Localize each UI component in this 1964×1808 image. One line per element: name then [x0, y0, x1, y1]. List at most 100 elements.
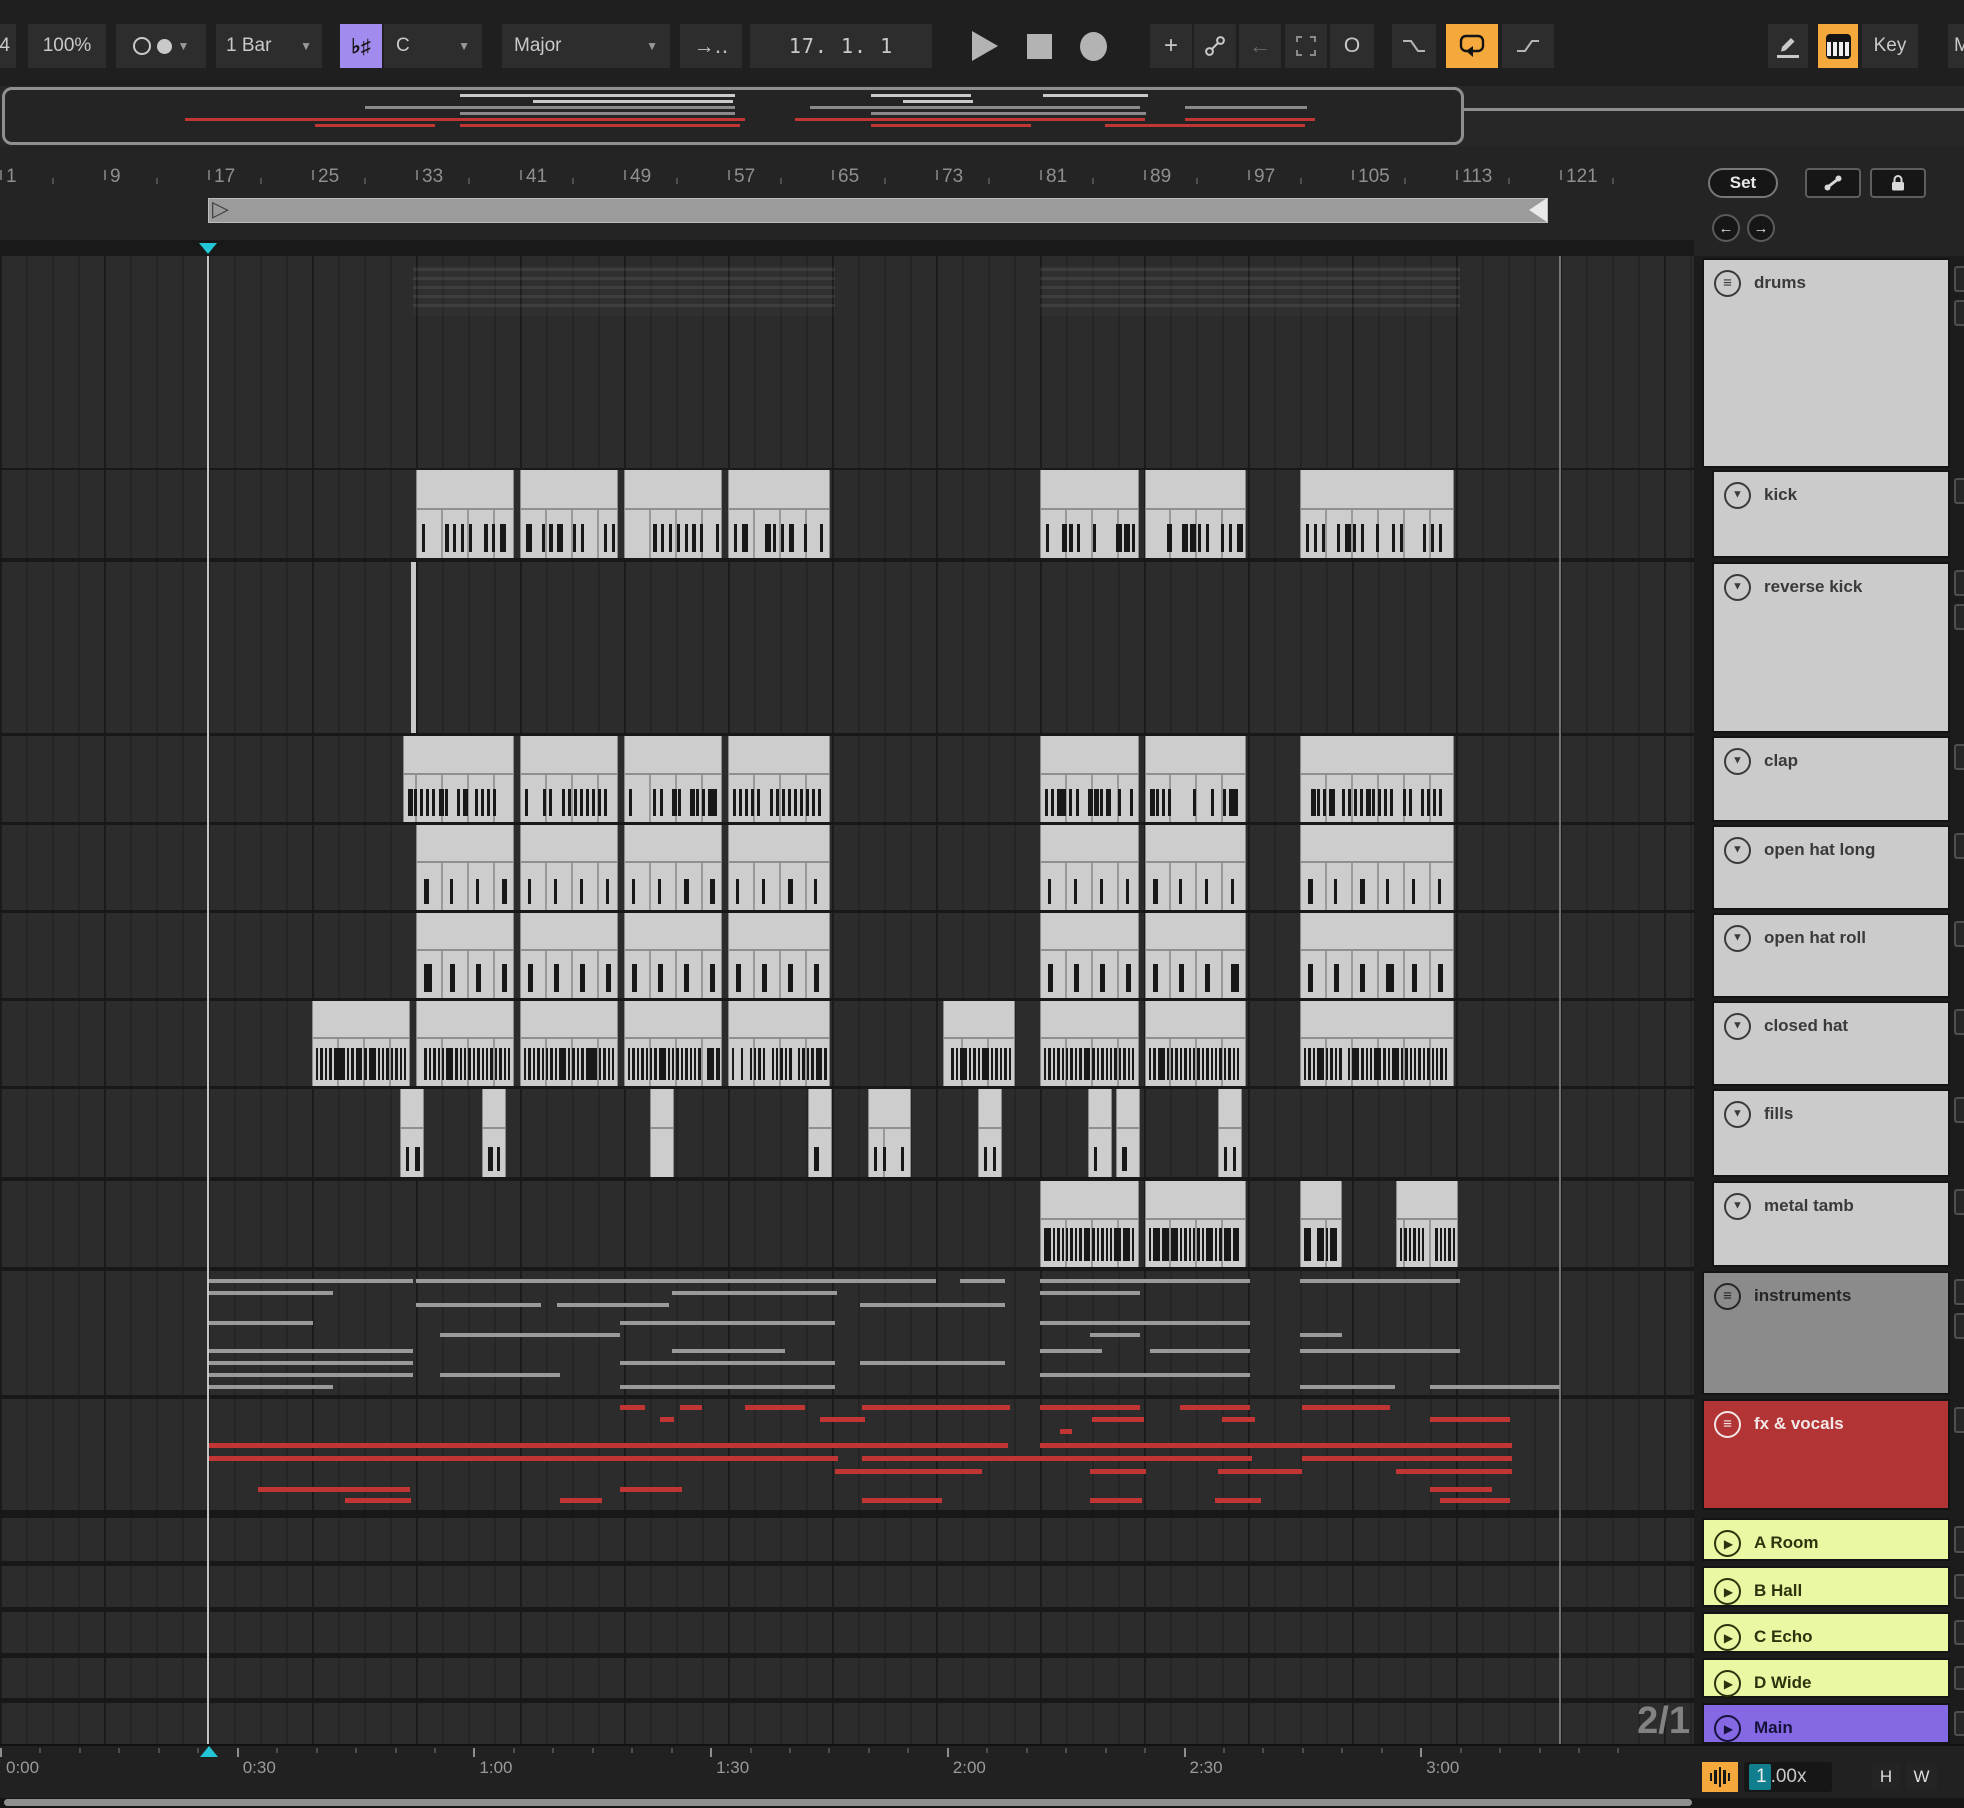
track-header-fx-vocals[interactable]: ≡fx & vocals	[1702, 1399, 1950, 1510]
group-menu-icon[interactable]: ≡	[1714, 1411, 1741, 1438]
clip[interactable]	[520, 1001, 618, 1086]
clip[interactable]	[416, 1001, 514, 1086]
width-zoom-button[interactable]: W	[1906, 1763, 1937, 1791]
metronome-button[interactable]: ▼	[116, 24, 206, 68]
track-header-clap[interactable]: ▼clap	[1712, 736, 1950, 822]
clip[interactable]	[868, 1089, 911, 1177]
clip[interactable]	[624, 825, 722, 910]
track-header-instruments[interactable]: ≡instruments	[1702, 1271, 1950, 1395]
clip[interactable]	[1300, 825, 1454, 910]
clip[interactable]	[1040, 736, 1139, 822]
unfold-icon[interactable]: ▼	[1724, 837, 1751, 864]
song-end-marker[interactable]	[1559, 256, 1561, 1744]
insert-marker-bottom-icon[interactable]	[200, 1746, 218, 1757]
clip[interactable]	[1040, 825, 1139, 910]
track-header-open-hat-roll[interactable]: ▼open hat roll	[1712, 913, 1950, 998]
arrangement-overview[interactable]	[0, 86, 1964, 146]
clip[interactable]	[416, 913, 514, 998]
clip[interactable]	[728, 825, 830, 910]
clip[interactable]	[1300, 1181, 1342, 1267]
clip[interactable]	[1300, 736, 1454, 822]
clip[interactable]	[728, 470, 830, 558]
play-button[interactable]	[962, 24, 1008, 68]
horizontal-scrollbar[interactable]	[0, 1798, 1964, 1808]
track-header-drums[interactable]: ≡drums	[1702, 258, 1950, 468]
overview-view-rectangle[interactable]	[2, 87, 1464, 145]
clip[interactable]	[1088, 1089, 1112, 1177]
clip[interactable]	[520, 825, 618, 910]
clip[interactable]	[1145, 825, 1246, 910]
clip[interactable]	[520, 470, 618, 558]
clip[interactable]	[416, 470, 514, 558]
unfold-icon[interactable]: ▼	[1724, 1193, 1751, 1220]
clip[interactable]	[624, 470, 722, 558]
track-header-d-wide[interactable]: ▶D Wide	[1702, 1658, 1950, 1698]
midi-map-button[interactable]: M	[1948, 24, 1964, 68]
clip[interactable]	[1218, 1089, 1242, 1177]
clip[interactable]	[1300, 470, 1454, 558]
play-icon[interactable]: ▶	[1714, 1530, 1741, 1557]
clip[interactable]	[808, 1089, 832, 1177]
clip[interactable]	[1145, 736, 1246, 822]
clip[interactable]	[411, 562, 416, 733]
unfold-icon[interactable]: ▼	[1724, 1013, 1751, 1040]
track-header-a-room[interactable]: ▶A Room	[1702, 1518, 1950, 1561]
nav-right-button[interactable]: →	[1747, 214, 1775, 242]
track-header-b-hall[interactable]: ▶B Hall	[1702, 1566, 1950, 1607]
clip[interactable]	[416, 825, 514, 910]
beat-time-ruler[interactable]: ▷ Set ← → 191725334149576573818997105113…	[0, 146, 1964, 256]
clip[interactable]	[520, 736, 618, 822]
play-icon[interactable]: ▶	[1714, 1670, 1741, 1697]
clip[interactable]	[1040, 913, 1139, 998]
playback-speed-control[interactable]: 1 .00x	[1744, 1762, 1832, 1792]
clip[interactable]	[728, 1001, 830, 1086]
follow-button[interactable]: →‥	[680, 24, 742, 68]
time-signature-button[interactable]: 4	[0, 24, 16, 68]
key-map-button[interactable]: Key	[1862, 24, 1918, 68]
loop-start-marker[interactable]: ▷	[212, 196, 229, 222]
arrangement-position-display[interactable]: 17. 1. 1	[750, 24, 932, 68]
overdub-button[interactable]: O	[1330, 24, 1374, 68]
play-icon[interactable]: ▶	[1714, 1715, 1741, 1742]
clip[interactable]	[978, 1089, 1002, 1177]
clip[interactable]	[728, 736, 830, 822]
track-header-main[interactable]: ▶Main	[1702, 1703, 1950, 1744]
unfold-icon[interactable]: ▼	[1724, 748, 1751, 775]
focus-mode-button[interactable]	[1285, 24, 1327, 68]
clip[interactable]	[312, 1001, 410, 1086]
loop-brace[interactable]: ▷	[208, 198, 1548, 223]
track-header-open-hat-long[interactable]: ▼open hat long	[1712, 825, 1950, 910]
root-note-select[interactable]: C ▼	[384, 24, 482, 68]
clip[interactable]	[400, 1089, 424, 1177]
clip[interactable]	[1145, 1181, 1246, 1267]
clip[interactable]	[403, 736, 514, 822]
quantize-select[interactable]: 1 Bar ▼	[216, 24, 322, 68]
insert-marker[interactable]	[207, 254, 209, 1744]
track-header-reverse-kick[interactable]: ▼reverse kick	[1712, 562, 1950, 733]
unfold-icon[interactable]: ▼	[1724, 1101, 1751, 1128]
clip[interactable]	[1145, 913, 1246, 998]
clip[interactable]	[1396, 1181, 1458, 1267]
back-to-arrangement-button[interactable]: ←	[1239, 24, 1281, 68]
clip[interactable]	[1116, 1089, 1140, 1177]
scale-select[interactable]: Major ▼	[502, 24, 670, 68]
midi-keyboard-button[interactable]	[1818, 24, 1858, 68]
record-button[interactable]	[1070, 24, 1116, 68]
add-button[interactable]: +	[1150, 24, 1192, 68]
group-menu-icon[interactable]: ≡	[1714, 270, 1741, 297]
scrollbar-thumb[interactable]	[4, 1799, 1692, 1806]
clip[interactable]	[1145, 1001, 1246, 1086]
clip[interactable]	[943, 1001, 1015, 1086]
nav-left-button[interactable]: ←	[1712, 214, 1740, 242]
clip[interactable]	[1145, 470, 1246, 558]
clip[interactable]	[728, 913, 830, 998]
audio-engine-button[interactable]	[1702, 1762, 1738, 1792]
clip[interactable]	[1040, 1181, 1139, 1267]
track-header-kick[interactable]: ▼kick	[1712, 470, 1950, 558]
fade-out-tool-button[interactable]	[1392, 24, 1436, 68]
loop-button[interactable]	[1446, 24, 1498, 68]
link-button[interactable]	[1194, 24, 1236, 68]
insert-marker-top-icon[interactable]	[199, 243, 217, 254]
set-button[interactable]: Set	[1708, 168, 1778, 198]
track-header-closed-hat[interactable]: ▼closed hat	[1712, 1001, 1950, 1086]
